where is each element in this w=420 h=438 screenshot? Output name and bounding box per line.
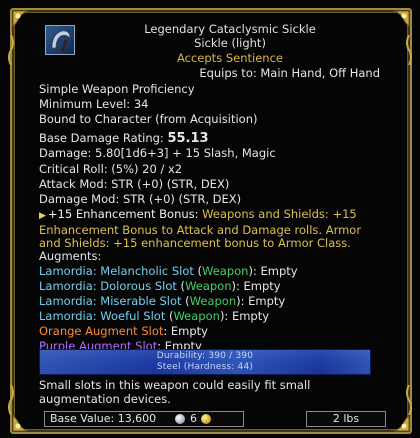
augment-slot-type: Weapon xyxy=(202,264,249,278)
augment-slot-name: Lamordia: Miserable Slot xyxy=(39,294,182,308)
item-subtype: Sickle (light) xyxy=(194,36,266,50)
augment-slot-name: Lamordia: Melancholic Slot xyxy=(39,264,194,278)
augment-slot[interactable]: Lamordia: Miserable Slot (Weapon): Empty xyxy=(39,294,285,308)
damage: Damage: 5.80[1d6+3] + 15 Slash, Magic xyxy=(39,146,276,160)
augment-slot-type: Weapon xyxy=(189,294,237,308)
side-ornament xyxy=(7,385,15,415)
augment-slot-type: Weapon xyxy=(185,279,232,293)
expand-arrow-icon[interactable]: ▶ xyxy=(39,211,46,221)
augment-slot-status: ): Empty xyxy=(231,279,281,293)
enhancement-bonus[interactable]: ▶ +15 Enhancement Bonus: Weapons and Shie… xyxy=(39,207,379,251)
base-damage-value: 55.13 xyxy=(167,131,209,146)
augment-punct: ( xyxy=(193,264,203,278)
augment-slot[interactable]: Lamordia: Woeful Slot (Weapon): Empty xyxy=(39,309,269,323)
augment-punct: ( xyxy=(181,294,190,308)
attack-mod: Attack Mod: STR (+0) (STR, DEX) xyxy=(39,177,230,191)
sentience-label: Accepts Sentience xyxy=(177,51,283,65)
weight: 2 lbs xyxy=(332,412,360,425)
equips-to: Equips to: Main Hand, Off Hand xyxy=(199,66,380,80)
material-text: Steel (Hardness: 44) xyxy=(156,362,254,372)
proficiency: Simple Weapon Proficiency xyxy=(39,82,195,96)
durability-bar: Durability: 390 / 390 Steel (Hardness: 4… xyxy=(39,349,371,375)
bound-status: Bound to Character (from Acquisition) xyxy=(39,112,258,126)
critical-roll: Critical Roll: (5%) 20 / x2 xyxy=(39,162,183,176)
side-ornament xyxy=(405,385,413,415)
base-value-box: Base Value: 13,600 6 xyxy=(44,411,244,427)
enhancement-text: and Shields: +15 enhancement bonus to Ar… xyxy=(39,236,351,250)
augment-slot-orange[interactable]: Orange Augment Slot: Empty xyxy=(39,324,208,338)
augment-slot-status: ): Empty xyxy=(219,309,270,323)
augment-slot-status: : Empty xyxy=(163,324,208,338)
augment-slot-name: Lamordia: Dolorous Slot xyxy=(39,279,177,293)
sickle-icon xyxy=(45,25,75,55)
augment-slot-name: Orange Augment Slot xyxy=(39,324,164,338)
shard-count: 6 xyxy=(190,412,197,425)
side-ornament xyxy=(7,35,15,65)
augment-slot-type: Weapon xyxy=(173,309,220,323)
corner-ornament xyxy=(12,10,36,34)
item-name: Legendary Cataclysmic Sickle xyxy=(144,22,316,36)
base-damage-label: Base Damage Rating: xyxy=(39,131,164,145)
enhancement-lead: +15 Enhancement Bonus: xyxy=(47,207,199,221)
augment-slot-name: Lamordia: Woeful Slot xyxy=(39,309,166,323)
platinum-coin-icon xyxy=(175,414,185,424)
damage-mod: Damage Mod: STR (+0) (STR, DEX) xyxy=(39,192,242,206)
gold-coin-icon xyxy=(201,414,211,424)
base-damage-rating: Base Damage Rating: 55.13 xyxy=(39,131,209,146)
minimum-level: Minimum Level: 34 xyxy=(39,97,149,111)
corner-ornament xyxy=(386,10,410,34)
item-tooltip: Legendary Cataclysmic Sickle Sickle (lig… xyxy=(0,0,420,438)
augment-slot[interactable]: Lamordia: Dolorous Slot (Weapon): Empty xyxy=(39,279,281,293)
augment-slot[interactable]: Lamordia: Melancholic Slot (Weapon): Emp… xyxy=(39,264,298,278)
augment-punct: ( xyxy=(176,279,186,293)
item-description: Small slots in this weapon could easily … xyxy=(39,378,311,406)
enhancement-text: Enhancement Bonus to Attack and Damage r… xyxy=(39,222,362,237)
augment-slot-status: ): Empty xyxy=(236,294,286,308)
tooltip-footer: Base Value: 13,600 6 2 lbs xyxy=(20,411,392,427)
durability-text: Durability: 390 / 390 xyxy=(156,351,254,361)
augments-header: Augments: xyxy=(39,249,102,263)
weight-box: 2 lbs xyxy=(306,411,386,427)
base-value: Base Value: 13,600 xyxy=(50,412,157,425)
augment-slot-status: ): Empty xyxy=(248,264,298,278)
enhancement-text: Weapons and Shields: +15 xyxy=(198,207,357,221)
side-ornament xyxy=(405,35,413,65)
